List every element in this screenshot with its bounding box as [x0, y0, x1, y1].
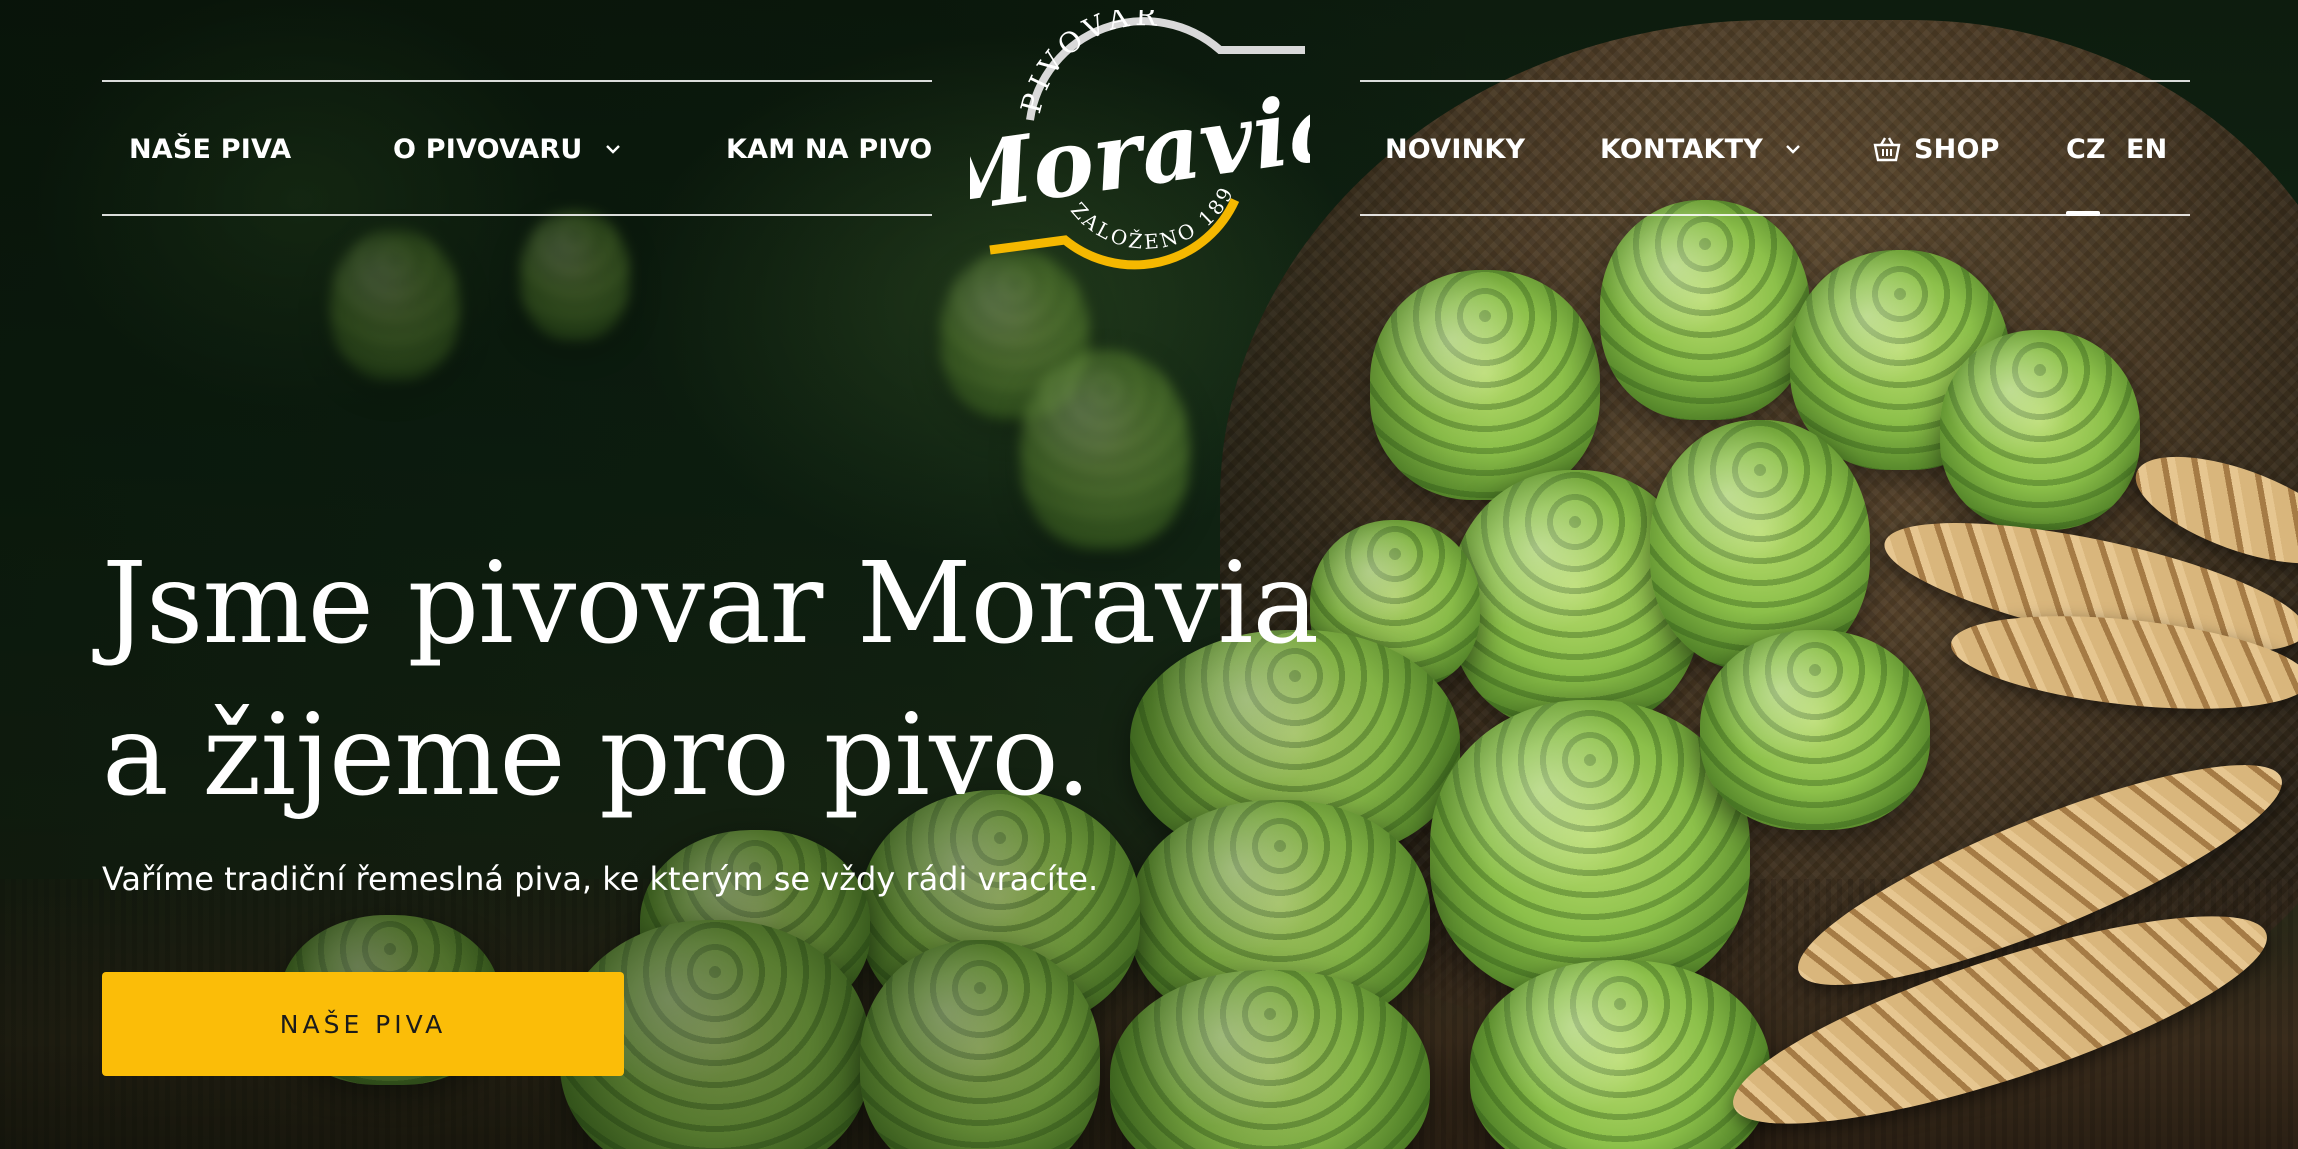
- basket-icon: [1872, 135, 1902, 163]
- chevron-down-icon: [1785, 142, 1800, 156]
- nav-top-divider: [102, 80, 932, 82]
- language-label: EN: [2126, 133, 2168, 165]
- language-label: CZ: [2066, 133, 2106, 165]
- nav-item-label: O PIVOVARU: [393, 133, 583, 165]
- nav-bottom-divider: [102, 214, 932, 216]
- nav-item-label: NOVINKY: [1385, 133, 1526, 165]
- hero-headline-line1: Jsme pivovar Moravia: [102, 539, 1319, 669]
- hero-subtitle: Vaříme tradiční řemeslná piva, ke kterým…: [102, 860, 1099, 898]
- hero-headline: Jsme pivovar Moravia a žijeme pro pivo.: [102, 528, 1402, 832]
- chevron-down-icon: [605, 142, 620, 156]
- active-language-indicator: [2066, 211, 2100, 216]
- nav-top-divider: [1360, 80, 2190, 82]
- nase-piva-button[interactable]: NAŠE PIVA: [102, 972, 624, 1076]
- language-cz[interactable]: CZ: [2066, 131, 2106, 167]
- nav-item-o-pivovaru[interactable]: O PIVOVARU: [393, 131, 620, 167]
- language-en[interactable]: EN: [2126, 131, 2167, 167]
- nav-item-nase-piva[interactable]: NAŠE PIVA: [129, 131, 291, 167]
- brand-logo[interactable]: PIVOVAR Moravia ZALOŽENO 1898: [921, 0, 1354, 290]
- nav-item-label: KAM NA PIVO: [726, 133, 933, 165]
- hero-headline-line2: a žijeme pro pivo.: [102, 691, 1091, 821]
- nav-item-label: KONTAKTY: [1600, 133, 1763, 165]
- nav-item-shop[interactable]: SHOP: [1872, 131, 2000, 167]
- nav-item-novinky[interactable]: NOVINKY: [1385, 131, 1525, 167]
- nav-item-label: SHOP: [1914, 133, 2000, 165]
- nav-item-kontakty[interactable]: KONTAKTY: [1600, 131, 1800, 167]
- nav-item-kam-na-pivo[interactable]: KAM NA PIVO: [726, 131, 932, 167]
- nav-item-label: NAŠE PIVA: [129, 133, 292, 165]
